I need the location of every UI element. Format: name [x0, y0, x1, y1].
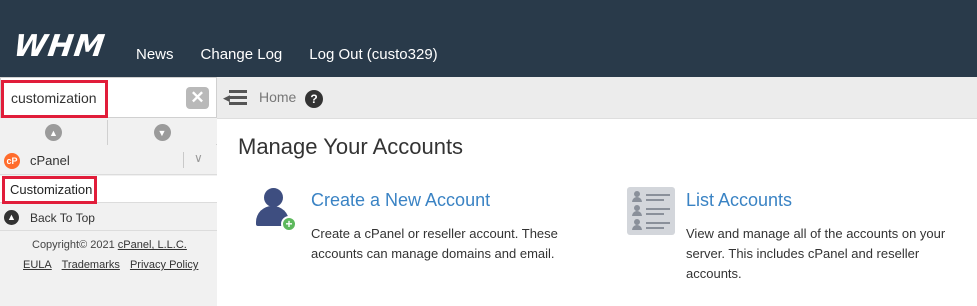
- footer-links: EULA Trademarks Privacy Policy: [23, 259, 205, 271]
- chevron-down-icon: ∨: [194, 151, 203, 165]
- nav-news-link[interactable]: News: [136, 46, 174, 63]
- nav-logout-link[interactable]: Log Out (custo329): [309, 46, 437, 63]
- sidebar-footer: Copyright© 2021 cPanel, L.L.C. EULA Trad…: [0, 233, 217, 306]
- create-account-description: Create a cPanel or reseller account. The…: [311, 226, 558, 261]
- collapse-all-button[interactable]: ▼: [108, 120, 216, 145]
- sidebar-group-cpanel[interactable]: cP cPanel ∨: [0, 146, 217, 175]
- back-to-top-label: Back To Top: [30, 211, 95, 225]
- nav-change-log-link[interactable]: Change Log: [201, 46, 283, 63]
- search-input[interactable]: [3, 80, 184, 115]
- eula-link[interactable]: EULA: [23, 259, 52, 271]
- cpanel-company-link[interactable]: cPanel, L.L.C.: [118, 239, 187, 251]
- breadcrumb: ◀ Home ?: [217, 77, 977, 119]
- trademarks-link[interactable]: Trademarks: [62, 259, 120, 271]
- list-accounts-icon[interactable]: [627, 187, 675, 235]
- back-to-top-link[interactable]: ▲ Back To Top: [0, 205, 217, 231]
- arrow-up-circle-icon: ▲: [4, 210, 19, 225]
- sidebar-item-customization[interactable]: Customization: [0, 176, 217, 203]
- list-accounts-description: View and manage all of the accounts on y…: [686, 226, 946, 281]
- breadcrumb-home[interactable]: Home: [259, 89, 296, 105]
- menu-toggle-icon[interactable]: ◀: [223, 89, 247, 107]
- add-user-icon[interactable]: +: [254, 188, 300, 234]
- divider: [183, 152, 184, 168]
- sidebar-item-label: Customization: [10, 182, 93, 197]
- page-title: Manage Your Accounts: [238, 134, 464, 159]
- copyright-text: Copyright© 2021 cPanel, L.L.C.: [32, 239, 187, 251]
- logo-text: WHM: [11, 29, 108, 64]
- expand-all-button[interactable]: ▲: [0, 120, 108, 145]
- create-account-link[interactable]: Create a New Account: [311, 190, 490, 211]
- x-icon: ✕: [190, 88, 205, 107]
- top-nav-bar: WHM News Change Log Log Out (custo329): [0, 0, 977, 77]
- chevron-up-circle-icon: ▲: [45, 124, 62, 141]
- clear-search-button[interactable]: ✕: [186, 87, 209, 109]
- list-accounts-link[interactable]: List Accounts: [686, 190, 792, 211]
- top-nav: News Change Log Log Out (custo329): [136, 46, 465, 63]
- sidebar-group-label: cPanel: [30, 153, 70, 168]
- copyright-prefix: Copyright© 2021: [32, 239, 118, 251]
- main-content: Manage Your Accounts + Create a New Acco…: [217, 120, 977, 306]
- sidebar: ✕ ▲ ▼ cP cPanel ∨ Customization ▲ Back T…: [0, 77, 217, 306]
- sidebar-search: ✕: [0, 77, 217, 118]
- cpanel-icon: cP: [4, 153, 20, 169]
- whm-logo[interactable]: WHM: [11, 29, 108, 64]
- chevron-down-circle-icon: ▼: [153, 124, 171, 141]
- expand-collapse-row: ▲ ▼: [0, 120, 217, 145]
- help-icon[interactable]: ?: [305, 90, 323, 108]
- privacy-policy-link[interactable]: Privacy Policy: [130, 259, 198, 271]
